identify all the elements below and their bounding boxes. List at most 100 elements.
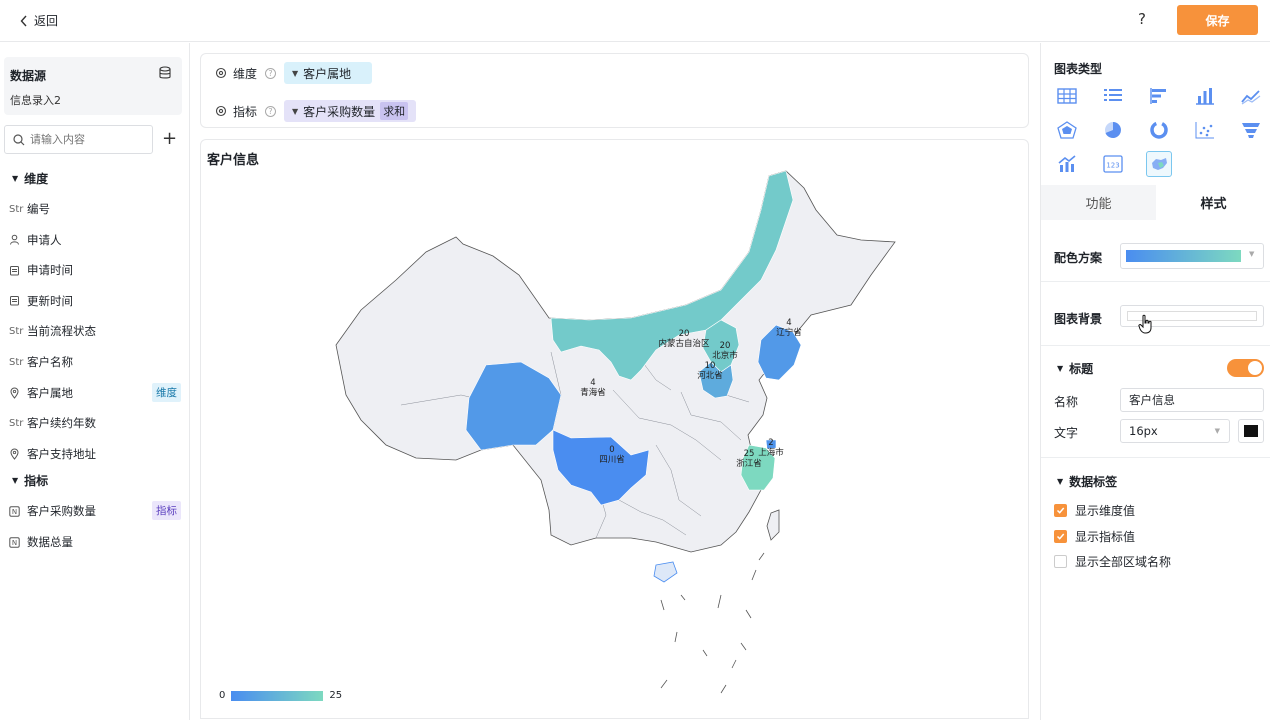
- back-button[interactable]: 返回: [20, 12, 58, 29]
- field-item[interactable]: N 数据总量: [9, 531, 185, 553]
- field-item[interactable]: 客户支持地址: [9, 443, 185, 465]
- data-label-section-header[interactable]: ▼ 数据标签: [1057, 473, 1117, 490]
- dimension-group-title[interactable]: ▼ 维度: [12, 170, 48, 187]
- datasource-name: 信息录入2: [10, 94, 61, 107]
- metric-config-row: 指标 ? ▼ 客户采购数量 求和: [215, 100, 417, 122]
- color-scheme-select[interactable]: ▼: [1120, 243, 1264, 269]
- add-field-button[interactable]: +: [162, 129, 177, 149]
- caret-down-icon: ▼: [1057, 477, 1064, 486]
- table-chart-icon[interactable]: [1054, 83, 1080, 109]
- tab-function[interactable]: 功能: [1041, 185, 1156, 220]
- field-type-icon: Str: [9, 204, 25, 215]
- help-icon[interactable]: ?: [265, 67, 277, 79]
- style-panel: 图表类型 123 功能 样式 配色方案 ▼ 图表背景 ▼ 标题 名称 文字 16…: [1040, 43, 1270, 720]
- metric-pill[interactable]: ▼ 客户采购数量 求和: [284, 100, 417, 122]
- show-dimension-checkbox[interactable]: 显示维度值: [1054, 502, 1135, 519]
- detail-list-icon[interactable]: [1100, 83, 1126, 109]
- top-bar: 返回 ? 保存: [0, 0, 1270, 42]
- field-item[interactable]: 申请人: [9, 229, 185, 251]
- field-type-icon: [9, 234, 25, 245]
- string-type-icon: Str: [9, 417, 24, 429]
- font-size-select[interactable]: 16px ▼: [1120, 419, 1230, 443]
- scatter-chart-icon[interactable]: [1192, 117, 1218, 143]
- field-label: 申请人: [27, 232, 62, 247]
- tab-style[interactable]: 样式: [1156, 185, 1270, 220]
- field-label: 更新时间: [27, 293, 73, 308]
- funnel-chart-icon[interactable]: [1238, 117, 1264, 143]
- region-name-label: 四川省: [599, 454, 625, 465]
- location-pin-icon: [10, 448, 19, 460]
- field-label: 申请时间: [27, 263, 73, 278]
- metric-group-title[interactable]: ▼ 指标: [12, 472, 48, 489]
- field-item[interactable]: Str 当前流程状态: [9, 320, 185, 342]
- horizontal-bar-icon[interactable]: [1146, 83, 1172, 109]
- field-item[interactable]: 更新时间: [9, 290, 185, 312]
- china-map[interactable]: 20内蒙古自治区 20北京市10河北省4辽宁省4青海省0四川省2上海市25浙江省: [201, 140, 1029, 719]
- bar-chart-icon[interactable]: [1192, 83, 1218, 109]
- title-color-preview: [1244, 425, 1258, 437]
- field-type-icon: Str: [9, 357, 25, 368]
- svg-text:123: 123: [1106, 162, 1119, 170]
- datasource-card: 数据源 信息录入2: [4, 57, 182, 115]
- map-chart-icon[interactable]: [1146, 151, 1172, 177]
- location-pin-icon: [10, 387, 19, 399]
- line-chart-icon[interactable]: [1238, 83, 1264, 109]
- field-item[interactable]: 申请时间: [9, 259, 185, 281]
- save-button[interactable]: 保存: [1177, 5, 1258, 35]
- region-value-label: 25: [744, 449, 755, 459]
- title-section-header[interactable]: ▼ 标题: [1057, 360, 1093, 377]
- field-search[interactable]: [4, 125, 153, 154]
- field-type-icon: Str: [9, 418, 25, 429]
- number-type-icon: N: [9, 536, 20, 548]
- field-label: 客户名称: [27, 355, 73, 369]
- title-name-input[interactable]: [1120, 388, 1264, 412]
- field-item[interactable]: Str 客户续约年数: [9, 412, 185, 434]
- legend-min: 0: [219, 690, 226, 701]
- field-label: 当前流程状态: [27, 324, 96, 339]
- field-label: 编号: [27, 202, 50, 216]
- search-icon: [13, 133, 25, 145]
- field-item[interactable]: 客户属地 维度: [9, 382, 185, 404]
- radar-chart-icon[interactable]: [1054, 117, 1080, 143]
- caret-down-icon: ▼: [12, 174, 19, 183]
- title-color-picker[interactable]: [1238, 419, 1264, 443]
- show-all-regions-checkbox[interactable]: 显示全部区域名称: [1054, 553, 1171, 570]
- field-item[interactable]: N 客户采购数量 指标: [9, 500, 185, 522]
- field-type-icon: N: [9, 536, 25, 548]
- field-label: 客户支持地址: [27, 446, 96, 461]
- field-label: 客户采购数量: [27, 504, 96, 518]
- dimension-config-label: 维度: [233, 66, 258, 81]
- svg-text:N: N: [12, 539, 17, 547]
- toggle-knob: [1248, 361, 1262, 375]
- calendar-icon: [10, 265, 19, 276]
- pie-chart-icon[interactable]: [1100, 117, 1126, 143]
- field-type-icon: [9, 295, 25, 306]
- chart-type-title: 图表类型: [1054, 62, 1103, 76]
- chevron-left-icon: [20, 15, 27, 26]
- legend-gradient[interactable]: [231, 690, 324, 701]
- datasource-title: 数据源: [10, 69, 47, 83]
- svg-text:N: N: [12, 508, 17, 516]
- number-card-icon[interactable]: 123: [1100, 151, 1126, 177]
- show-metric-checkbox[interactable]: 显示指标值: [1054, 528, 1135, 545]
- aggregation-badge: 求和: [380, 102, 409, 120]
- dimension-pill[interactable]: ▼ 客户属地: [284, 62, 373, 84]
- string-type-icon: Str: [9, 356, 24, 368]
- combo-chart-icon[interactable]: [1054, 151, 1080, 177]
- field-type-icon: [9, 387, 25, 399]
- field-item[interactable]: Str 客户名称: [9, 351, 185, 373]
- field-role-tag: 指标: [152, 501, 181, 520]
- map-base: [766, 509, 780, 541]
- help-icon[interactable]: ?: [265, 105, 277, 117]
- help-icon[interactable]: ?: [1138, 10, 1146, 28]
- donut-chart-icon[interactable]: [1146, 117, 1172, 143]
- dimension-config-row: 维度 ? ▼ 客户属地: [215, 62, 373, 84]
- title-toggle[interactable]: [1227, 359, 1264, 377]
- checkbox-checked-icon: [1054, 504, 1067, 517]
- field-type-icon: [9, 265, 25, 276]
- region-name-label: 辽宁省: [776, 327, 802, 338]
- field-item[interactable]: Str 编号: [9, 198, 185, 220]
- search-input[interactable]: [30, 133, 142, 146]
- field-role-tag: 维度: [152, 382, 181, 402]
- database-icon[interactable]: [158, 66, 172, 80]
